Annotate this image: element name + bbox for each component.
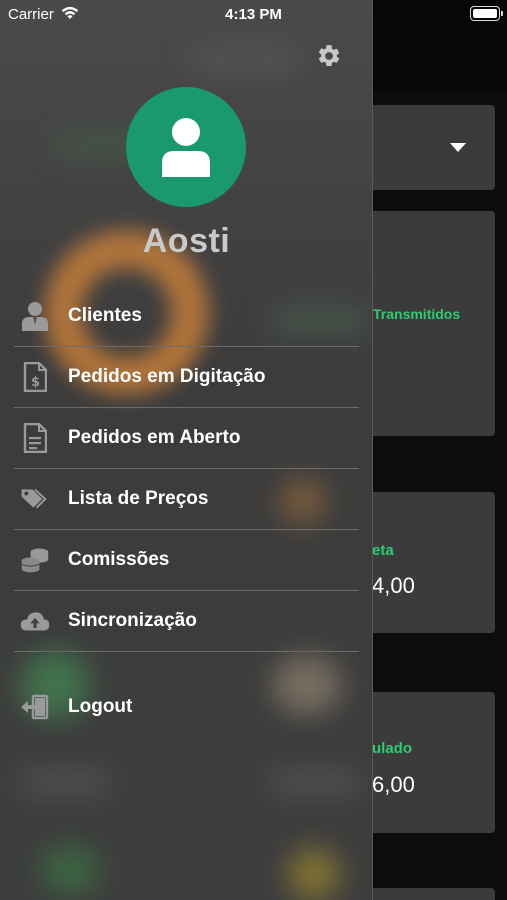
card-meta bbox=[352, 492, 495, 633]
menu-item-label: Pedidos em Digitação bbox=[68, 366, 266, 387]
menu-item-lista-precos[interactable]: Lista de Preços bbox=[14, 469, 359, 530]
menu-item-label: Lista de Preços bbox=[68, 488, 209, 509]
cloud-upload-icon bbox=[20, 606, 50, 636]
logout-icon bbox=[20, 692, 50, 722]
gear-icon[interactable] bbox=[316, 43, 342, 69]
svg-text:$: $ bbox=[31, 375, 40, 390]
drawer-menu: Clientes $ Pedidos em Digitação Pedidos … bbox=[14, 286, 359, 652]
battery-icon bbox=[470, 6, 503, 21]
blurred-backdrop-shape bbox=[190, 50, 300, 68]
card-acumulado-label: ulado bbox=[372, 740, 412, 757]
person-icon bbox=[20, 301, 50, 331]
menu-item-pedidos-aberto[interactable]: Pedidos em Aberto bbox=[14, 408, 359, 469]
card-transmitidos-label: Transmitidos bbox=[373, 306, 461, 322]
card-partial bbox=[352, 888, 495, 900]
card-meta-label: eta bbox=[372, 542, 394, 559]
menu-item-clientes[interactable]: Clientes bbox=[14, 286, 359, 347]
avatar[interactable] bbox=[126, 87, 246, 207]
menu-item-sincronizacao[interactable]: Sincronização bbox=[14, 591, 359, 652]
menu-item-pedidos-digitacao[interactable]: $ Pedidos em Digitação bbox=[14, 347, 359, 408]
logout-label: Logout bbox=[68, 695, 133, 717]
card-transmitidos bbox=[352, 211, 495, 436]
filter-dropdown[interactable] bbox=[352, 105, 495, 190]
user-icon bbox=[162, 118, 210, 177]
card-acumulado-value: 6,00 bbox=[372, 772, 415, 797]
blurred-backdrop-shape bbox=[288, 848, 340, 900]
menu-item-label: Sincronização bbox=[68, 610, 197, 631]
card-acumulado bbox=[352, 692, 495, 833]
blurred-backdrop-shape bbox=[20, 770, 110, 794]
card-meta-value: 4,00 bbox=[372, 573, 415, 598]
menu-item-label: Comissões bbox=[68, 549, 170, 570]
caret-down-icon[interactable] bbox=[450, 143, 466, 152]
blurred-backdrop-shape bbox=[40, 845, 100, 895]
menu-item-label: Pedidos em Aberto bbox=[68, 427, 241, 448]
menu-item-comissoes[interactable]: Comissões bbox=[14, 530, 359, 591]
logout-button[interactable]: Logout bbox=[14, 676, 359, 737]
user-name: Aosti bbox=[142, 222, 231, 260]
menu-item-label: Clientes bbox=[68, 305, 142, 326]
clock-time: 4:13 PM bbox=[225, 6, 282, 23]
blurred-backdrop-shape bbox=[270, 770, 360, 794]
side-drawer: Aosti Clientes $ Pedidos em Digitação Pe… bbox=[0, 0, 373, 900]
document-icon bbox=[20, 423, 50, 453]
status-bar: Carrier 4:13 PM bbox=[0, 0, 507, 28]
invoice-dollar-icon: $ bbox=[20, 362, 50, 392]
price-tags-icon bbox=[20, 484, 50, 514]
coins-icon bbox=[20, 545, 50, 575]
